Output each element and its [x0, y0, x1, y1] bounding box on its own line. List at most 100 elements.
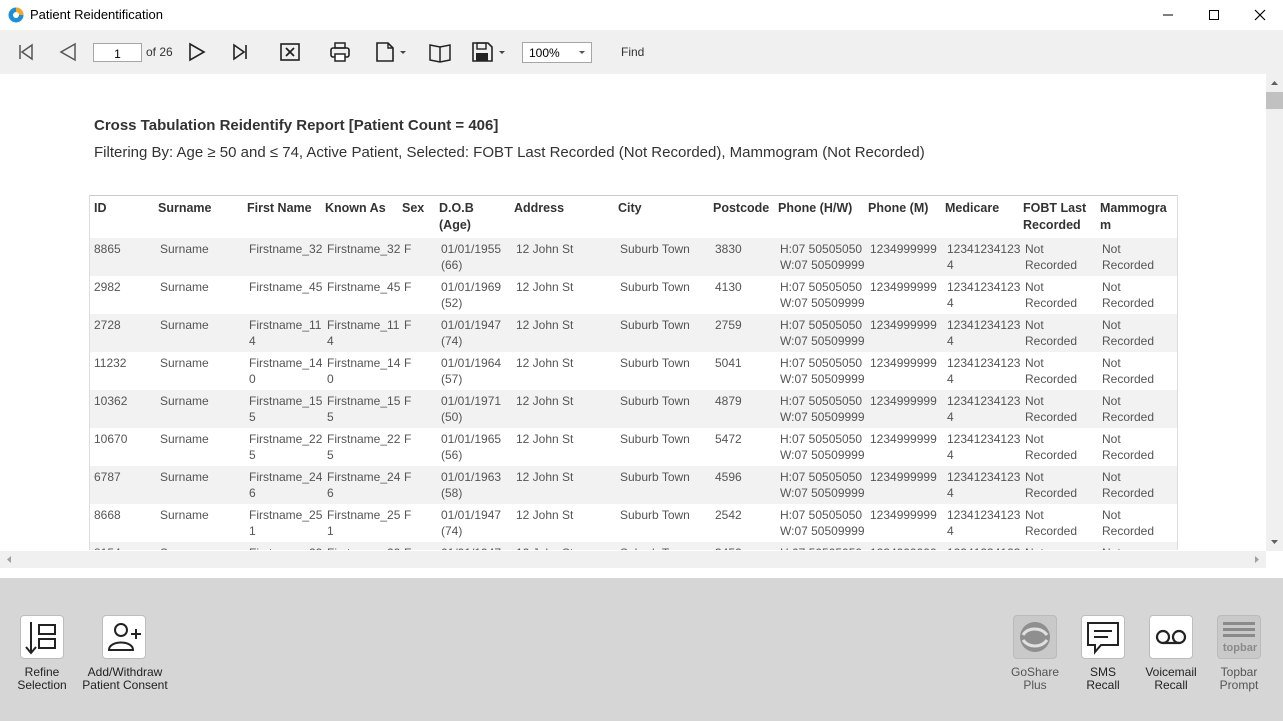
table-cell: Firstname_15 5 — [327, 394, 401, 424]
table-cell: 6787 — [94, 470, 121, 484]
column-header: City — [618, 201, 642, 215]
table-cell: 12 John St — [516, 432, 574, 446]
table-cell: F — [404, 280, 412, 294]
first-page-button[interactable] — [14, 39, 38, 65]
add-user-icon — [107, 623, 141, 651]
table-cell: H:07 50505050 W:07 50509999 — [780, 356, 865, 386]
table-row[interactable]: 8865 Surname Firstname_32 Firstname_32 F 01/0… — [90, 238, 1177, 276]
zoom-select[interactable]: 100% — [522, 42, 592, 63]
minimize-icon — [1163, 14, 1173, 16]
table-row[interactable]: 2982 Surname Firstname_45 Firstname_45 F 01/0… — [90, 276, 1177, 314]
table-cell: Firstname_32 — [249, 242, 323, 256]
table-cell: H:07 50505050 — [780, 545, 862, 550]
table-cell: Not — [1102, 545, 1121, 550]
last-page-icon — [233, 43, 247, 61]
stop-button[interactable] — [278, 39, 302, 65]
minimize-button[interactable] — [1145, 0, 1191, 30]
close-icon — [1254, 9, 1266, 21]
table-cell: Surname — [160, 545, 209, 550]
vertical-scrollbar-thumb[interactable] — [1266, 92, 1283, 109]
table-cell: Surname — [160, 508, 209, 522]
last-page-button[interactable] — [228, 39, 252, 65]
table-cell: 1234999999 — [870, 470, 937, 484]
table-cell: 01/01/1964 (57) — [441, 356, 502, 386]
table-cell: 10362 — [94, 394, 128, 408]
table-cell: Firstname_25 1 — [249, 508, 323, 538]
print-button[interactable] — [327, 39, 353, 65]
stop-icon — [280, 43, 300, 61]
table-cell: 12341234123 4 — [947, 508, 1021, 538]
column-header: Known As — [325, 201, 386, 215]
page-setup-button[interactable] — [373, 39, 409, 65]
table-cell: 8668 — [94, 508, 121, 522]
table-cell: 1234999999 — [870, 280, 937, 294]
table-cell: 5041 — [715, 356, 742, 370]
close-window-button[interactable] — [1237, 0, 1283, 30]
table-cell: 5472 — [715, 432, 742, 446]
table-cell: 8865 — [94, 242, 121, 256]
horizontal-scrollbar[interactable] — [0, 551, 1266, 568]
document-map-button[interactable] — [427, 39, 453, 65]
table-row[interactable]: 6787 Surname Firstname_24 6 Firstname_24 6 F 01… — [90, 466, 1177, 504]
column-header: Sex — [402, 201, 425, 215]
table-row[interactable]: 2728 Surname Firstname_11 4 Firstname_11 4 F 01… — [90, 314, 1177, 352]
table-cell: 2982 — [94, 280, 121, 294]
table-cell: 01/01/1947 (74) — [441, 318, 502, 348]
table-row[interactable]: 10362 Surname Firstname_15 5 Firstname_15 5 F 0… — [90, 390, 1177, 428]
next-page-button[interactable] — [185, 39, 209, 65]
table-cell: 1234999999 — [870, 318, 937, 332]
table-row[interactable]: 8154 Surname Firstname_29 Firstname_29 F 01/0… — [90, 542, 1177, 550]
column-header: Medicare — [945, 201, 1000, 215]
table-cell: Firstname_22 5 — [249, 432, 323, 462]
table-cell: Surname — [160, 356, 209, 370]
table-cell: 12 John St — [516, 356, 574, 370]
table-cell: Firstname_29 — [249, 545, 322, 550]
printer-icon — [330, 42, 350, 62]
table-cell: 1234999999 — [870, 242, 937, 256]
export-button[interactable] — [471, 39, 509, 65]
table-cell: 1234999999 — [870, 545, 937, 550]
table-cell: Firstname_14 0 — [249, 356, 323, 386]
add-withdraw-consent-button[interactable] — [102, 615, 146, 659]
vertical-scrollbar[interactable] — [1266, 74, 1283, 551]
maximize-button[interactable] — [1191, 0, 1237, 30]
goshare-plus-button[interactable] — [1013, 615, 1057, 659]
table-cell: H:07 50505050 W:07 50509999 — [780, 242, 865, 272]
column-header: Surname — [158, 201, 212, 215]
table-cell: 4879 — [715, 394, 742, 408]
column-header: Phone (M) — [868, 201, 929, 215]
table-cell: F — [404, 242, 412, 256]
sms-recall-label: SMS Recall — [1086, 665, 1120, 692]
table-cell: 12 John St — [516, 470, 574, 484]
table-cell: Not Recorded — [1102, 318, 1155, 348]
sms-recall-button[interactable] — [1081, 615, 1125, 659]
table-cell: 4596 — [715, 470, 742, 484]
table-cell: Not Recorded — [1102, 280, 1155, 310]
topbar-logo-text: topbar — [1222, 642, 1258, 654]
voicemail-recall-button[interactable] — [1149, 615, 1193, 659]
find-link[interactable]: Find — [621, 45, 644, 59]
table-cell: 2759 — [715, 318, 742, 332]
table-cell: 12 John St — [516, 318, 574, 332]
report-filter-description: Filtering By: Age ≥ 50 and ≤ 74, Active … — [94, 144, 925, 161]
page-number-input[interactable] — [93, 43, 142, 62]
previous-page-button[interactable] — [56, 39, 80, 65]
message-icon — [1087, 622, 1119, 655]
table-row[interactable]: 11232 Surname Firstname_14 0 Firstname_14 0 F 0… — [90, 352, 1177, 390]
table-cell: H:07 50505050 W:07 50509999 — [780, 280, 865, 310]
table-cell: 4130 — [715, 280, 742, 294]
zoom-value: 100% — [529, 46, 560, 60]
table-cell: Not Recorded — [1025, 394, 1078, 424]
report-toolbar: of 26 100% Find — [0, 30, 1283, 74]
topbar-prompt-button[interactable]: topbar — [1217, 615, 1261, 659]
table-cell: F — [404, 318, 412, 332]
table-cell: F — [404, 545, 411, 550]
table-cell: 12341234123 4 — [947, 394, 1021, 424]
table-cell: 8154 — [94, 545, 121, 550]
table-row[interactable]: 8668 Surname Firstname_25 1 Firstname_25 1 F 01… — [90, 504, 1177, 542]
table-cell: 12341234123 4 — [947, 280, 1021, 310]
table-cell: Firstname_25 1 — [327, 508, 401, 538]
table-cell: 12341234123 4 — [947, 356, 1021, 386]
table-row[interactable]: 10670 Surname Firstname_22 5 Firstname_22 5 F 0… — [90, 428, 1177, 466]
refine-selection-button[interactable] — [20, 615, 64, 659]
